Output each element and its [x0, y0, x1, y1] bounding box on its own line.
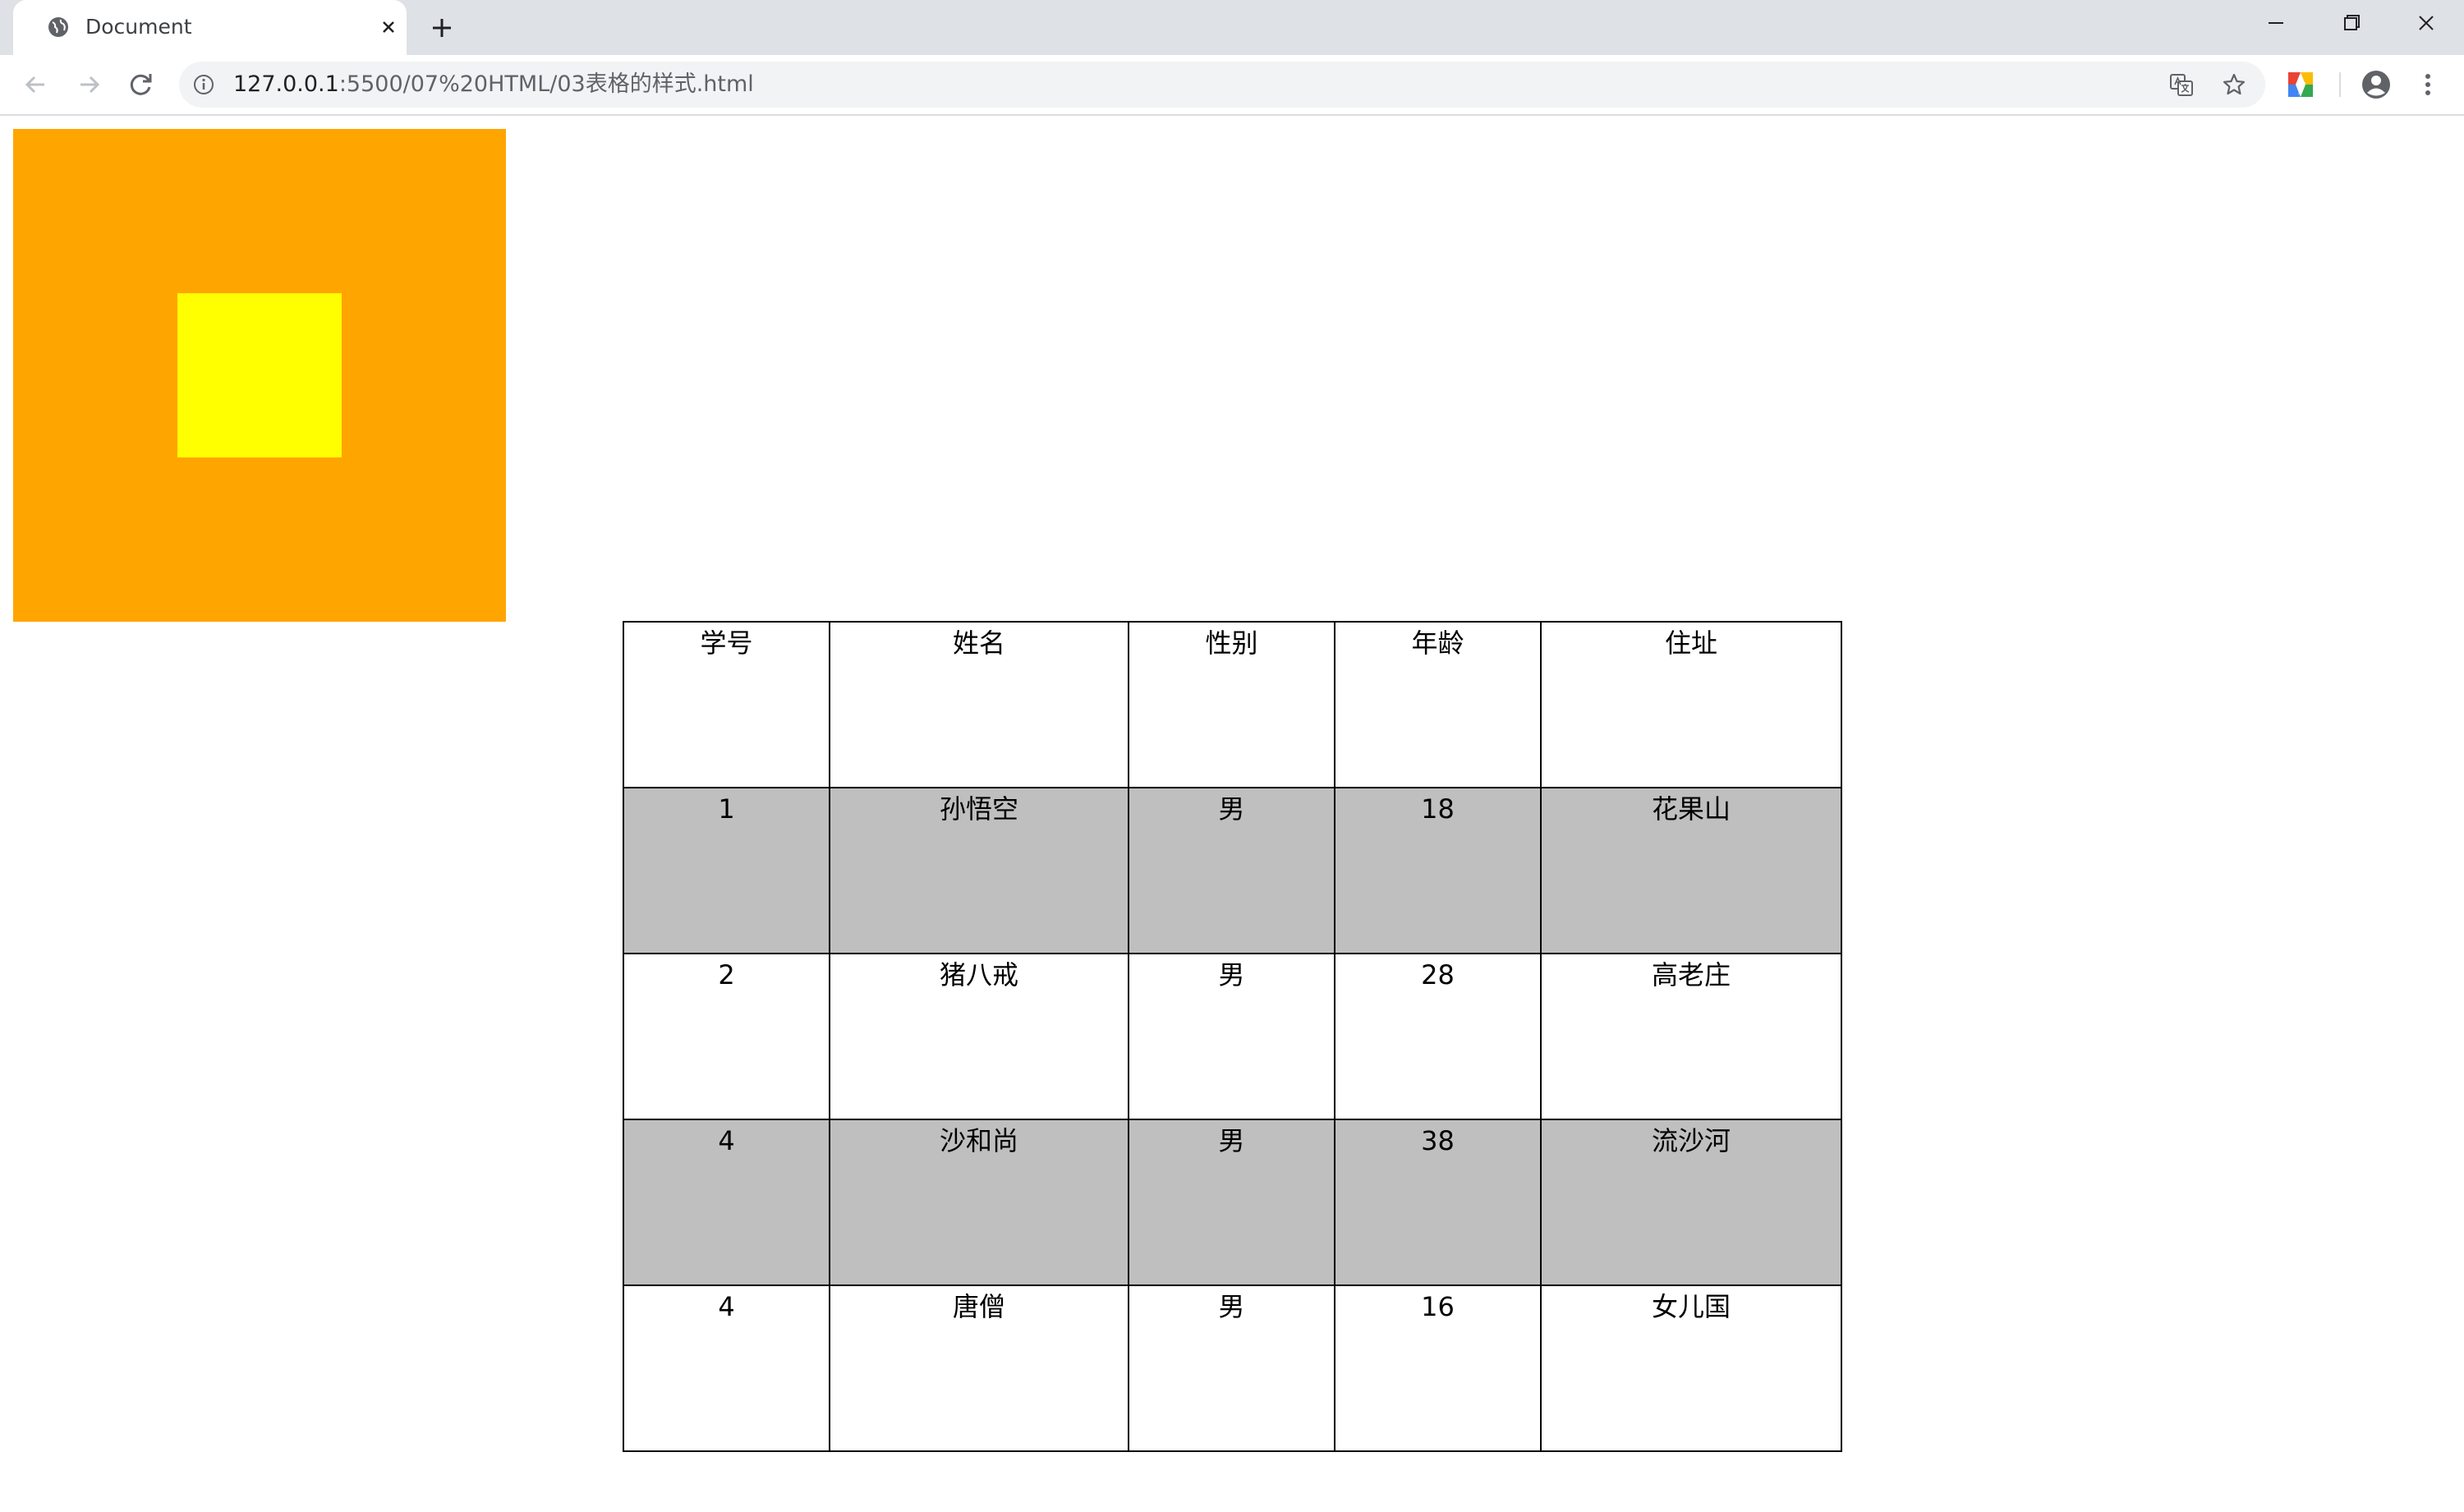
header-cell: 年龄	[1334, 621, 1542, 788]
table-cell: 16	[1334, 1285, 1542, 1452]
table-cell: 花果山	[1540, 787, 1842, 954]
tab-title: Document	[85, 15, 192, 39]
address-bar[interactable]: 127.0.0.1:5500/07%20HTML/03表格的样式.html	[179, 62, 2265, 108]
star-icon[interactable]	[2221, 71, 2247, 98]
plus-icon[interactable]	[429, 15, 455, 41]
table-cell: 唐僧	[829, 1285, 1129, 1452]
table-row: 4 唐僧 男 16 女儿国	[623, 1285, 1842, 1452]
minimize-icon[interactable]	[2255, 7, 2297, 39]
table-header-row: 学号 姓名 性别 年龄 住址	[623, 621, 1842, 788]
info-icon[interactable]	[192, 73, 215, 96]
browser-toolbar: 127.0.0.1:5500/07%20HTML/03表格的样式.html	[0, 55, 2464, 116]
restore-icon[interactable]	[2329, 7, 2372, 39]
table-cell: 流沙河	[1540, 1119, 1842, 1286]
tab-document[interactable]: Document	[13, 0, 407, 55]
table-cell: 男	[1128, 1285, 1335, 1452]
header-cell: 住址	[1540, 621, 1842, 788]
toolbar-divider	[2339, 72, 2341, 97]
url-text[interactable]: 127.0.0.1:5500/07%20HTML/03表格的样式.html	[233, 71, 754, 98]
table-cell: 女儿国	[1540, 1285, 1842, 1452]
student-table: 学号 姓名 性别 年龄 住址 1 孙悟空 男 18 花果山 2 猪八戒 男 28…	[623, 621, 1842, 1452]
inner-box	[177, 293, 342, 457]
arrow-left-icon[interactable]	[18, 67, 54, 103]
extension-icon[interactable]	[2287, 71, 2315, 99]
page-viewport: 学号 姓名 性别 年龄 住址 1 孙悟空 男 18 花果山 2 猪八戒 男 28…	[0, 116, 2464, 1512]
header-cell: 性别	[1128, 621, 1335, 788]
tab-strip: Document	[0, 0, 2464, 55]
url-path: :5500/07%20HTML/03表格的样式.html	[338, 71, 754, 97]
header-cell: 学号	[623, 621, 830, 788]
header-cell: 姓名	[829, 621, 1129, 788]
table-cell: 猪八戒	[829, 953, 1129, 1120]
table-cell: 男	[1128, 787, 1335, 954]
table-cell: 2	[623, 953, 830, 1120]
table-cell: 男	[1128, 953, 1335, 1120]
table-cell: 孙悟空	[829, 787, 1129, 954]
translate-icon[interactable]	[2168, 71, 2195, 98]
url-host: 127.0.0.1	[233, 71, 339, 97]
table-cell: 沙和尚	[829, 1119, 1129, 1286]
table-cell: 18	[1334, 787, 1542, 954]
globe-icon	[48, 17, 68, 37]
table-row: 1 孙悟空 男 18 花果山	[623, 787, 1842, 954]
close-icon[interactable]	[378, 16, 399, 38]
table-cell: 1	[623, 787, 830, 954]
table-cell: 38	[1334, 1119, 1542, 1286]
table-cell: 4	[623, 1285, 830, 1452]
arrow-right-icon[interactable]	[71, 67, 107, 103]
profile-icon[interactable]	[2361, 69, 2392, 100]
table-row: 4 沙和尚 男 38 流沙河	[623, 1119, 1842, 1286]
window-close-icon[interactable]	[2405, 7, 2448, 39]
table-cell: 高老庄	[1540, 953, 1842, 1120]
browser-window: Document 127.0.0.1:5500/07%20HTML/03表格的样…	[0, 0, 2464, 1512]
table-cell: 4	[623, 1119, 830, 1286]
reload-icon[interactable]	[123, 67, 159, 103]
kebab-menu-icon[interactable]	[2418, 71, 2438, 99]
table-row: 2 猪八戒 男 28 高老庄	[623, 953, 1842, 1120]
outer-box	[13, 129, 506, 622]
table-cell: 男	[1128, 1119, 1335, 1286]
table-cell: 28	[1334, 953, 1542, 1120]
